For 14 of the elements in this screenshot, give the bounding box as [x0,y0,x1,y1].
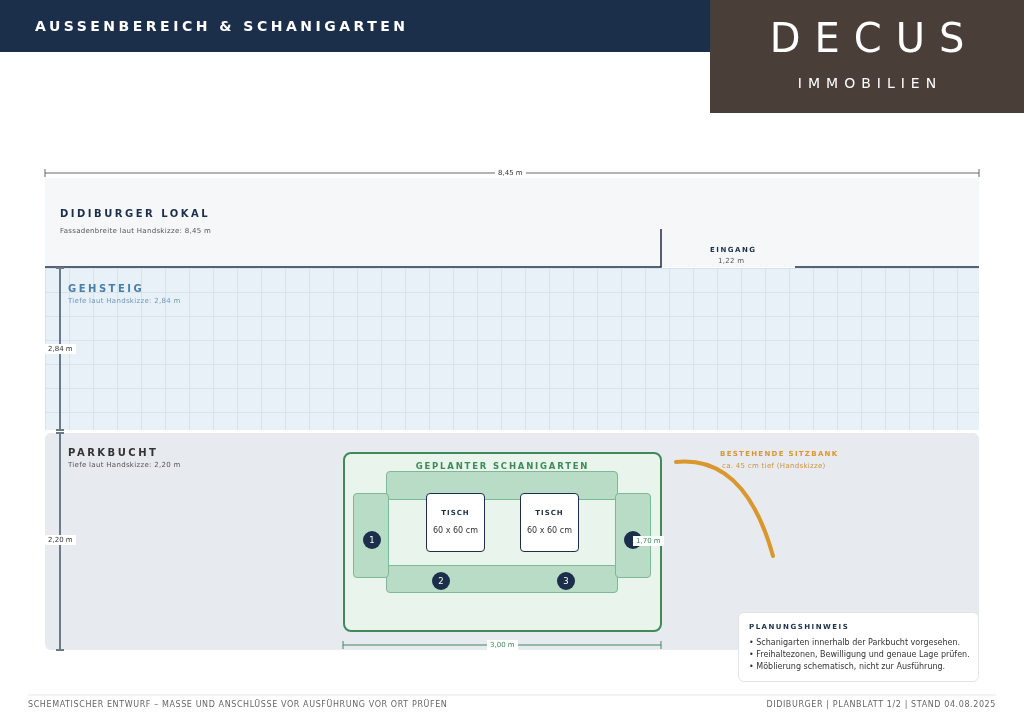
area-title: PARKBUCHT [68,446,159,460]
note-item: • Schanigarten innerhalb der Parkbucht vorgesehen. [749,636,962,649]
page-title: AUSSENBEREICH & SCHANIGARTEN [35,17,409,36]
logo-wordmark: DECUS [768,18,980,58]
table-size: 60 x 60 cm [527,524,572,537]
footer-note: SCHEMATISCHER ENTWURF – MASSE UND ANSCHLÜSSE VOR AUSFÜHRUNG VOR ORT PRÜFEN [28,699,448,711]
area-title: GEHSTEIG [68,282,145,296]
footer-info: DIDIBURGER | PLANBLATT 1/2 | STAND 04.08.2025 [766,699,996,711]
schanigarten-title: GEPLANTER SCHANIGARTEN [414,460,591,473]
note-item: • Möblierung schematisch, nicht zur Ausführung. [749,660,947,673]
area-title: DIDIBURGER LOKAL [60,207,211,221]
logo-subtitle: IMMOBILIEN [796,74,944,93]
table-size: 60 x 60 cm [433,524,478,537]
note-item: • Freihaltezonen, Bewilligung und genaue Lage prüfen. [749,648,968,661]
